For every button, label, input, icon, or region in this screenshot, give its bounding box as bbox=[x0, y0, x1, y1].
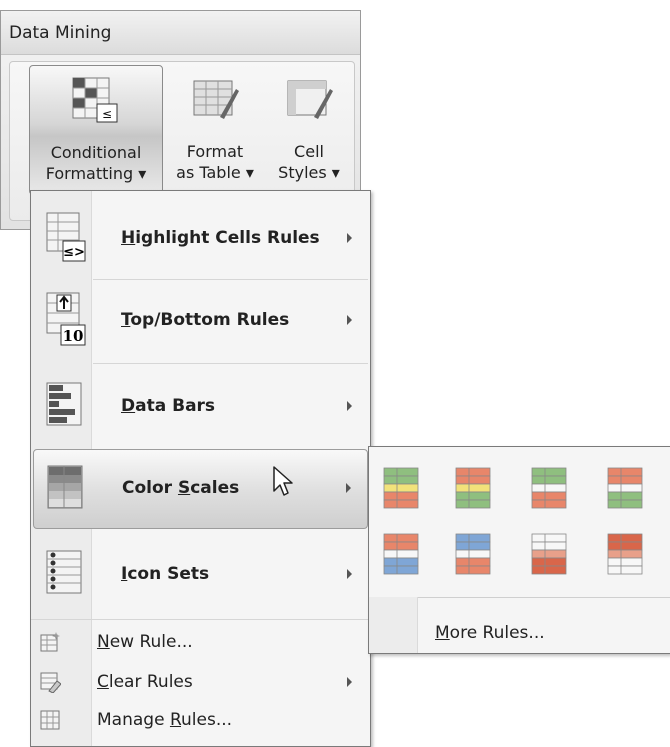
manage-rules-label: Manage Rules... bbox=[97, 710, 233, 730]
data-bars-icon bbox=[46, 382, 82, 426]
color-scale-option[interactable] bbox=[383, 533, 419, 575]
ribbon-tab-title: Data Mining bbox=[1, 11, 360, 55]
format-as-table-label-1: Format bbox=[186, 142, 244, 161]
color-scale-option[interactable] bbox=[455, 533, 491, 575]
submenu-arrow-icon bbox=[347, 315, 352, 325]
color-scale-option[interactable] bbox=[531, 533, 567, 575]
submenu-arrow-icon bbox=[347, 401, 352, 411]
svg-text:10: 10 bbox=[63, 327, 84, 345]
cell-styles-icon bbox=[287, 80, 333, 119]
menu-item-color-scales[interactable]: Color Scales bbox=[33, 449, 368, 529]
menu-item-top-bottom-rules[interactable]: 10 Top/Bottom Rules bbox=[33, 283, 368, 359]
clear-rules-label: Clear Rules bbox=[97, 672, 193, 692]
svg-text:≤: ≤ bbox=[102, 107, 112, 121]
new-rule-label: New Rule... bbox=[97, 632, 193, 652]
format-as-table-icon bbox=[193, 80, 239, 119]
format-as-table-button[interactable]: Format as Table ▾ bbox=[167, 65, 263, 195]
submenu-arrow-icon bbox=[347, 677, 352, 687]
color-scale-option[interactable] bbox=[607, 533, 643, 575]
cell-styles-button[interactable]: Cell Styles ▾ bbox=[267, 65, 351, 195]
conditional-formatting-icon: ≤ bbox=[72, 77, 118, 123]
cell-styles-label-1: Cell bbox=[294, 142, 324, 161]
color-scale-option[interactable] bbox=[531, 467, 567, 509]
menu-item-manage-rules[interactable]: Manage Rules... bbox=[33, 703, 368, 737]
more-rules-item[interactable]: More Rules... bbox=[435, 623, 545, 643]
submenu-arrow-icon bbox=[347, 233, 352, 243]
color-scales-submenu: More Rules... bbox=[368, 446, 670, 654]
menu-item-highlight-cells-rules[interactable]: ≤> Highlight Cells Rules bbox=[33, 201, 368, 277]
menu-item-data-bars[interactable]: Data Bars bbox=[33, 369, 368, 445]
data-bars-label: Data Bars bbox=[121, 396, 216, 416]
svg-text:≤>: ≤> bbox=[63, 245, 85, 260]
mouse-cursor-icon bbox=[273, 466, 293, 496]
submenu-arrow-icon bbox=[347, 569, 352, 579]
conditional-formatting-menu: ≤> Highlight Cells Rules 10 Top/Bottom R… bbox=[30, 190, 371, 747]
color-scale-option[interactable] bbox=[383, 467, 419, 509]
format-as-table-label-2: as Table ▾ bbox=[176, 163, 254, 182]
new-rule-icon bbox=[40, 632, 60, 652]
top-bottom-rules-label: Top/Bottom Rules bbox=[121, 310, 290, 330]
menu-item-new-rule[interactable]: New Rule... bbox=[33, 625, 368, 659]
clear-rules-icon bbox=[40, 672, 61, 693]
icon-sets-icon bbox=[46, 550, 82, 594]
submenu-arrow-icon bbox=[346, 483, 351, 493]
menu-item-icon-sets[interactable]: Icon Sets bbox=[33, 537, 368, 613]
highlight-cells-rules-icon: ≤> bbox=[46, 212, 86, 262]
cell-styles-label-2: Styles ▾ bbox=[278, 163, 340, 182]
conditional-formatting-button[interactable]: ≤ Conditional Formatting ▾ bbox=[29, 65, 163, 195]
color-scales-label: Color Scales bbox=[122, 478, 240, 498]
conditional-formatting-label-2: Formatting ▾ bbox=[45, 164, 147, 183]
color-scale-option[interactable] bbox=[607, 467, 643, 509]
highlight-cells-rules-label: Highlight Cells Rules bbox=[121, 228, 320, 248]
menu-item-clear-rules[interactable]: Clear Rules bbox=[33, 665, 368, 699]
manage-rules-icon bbox=[40, 710, 60, 730]
color-scale-option[interactable] bbox=[455, 467, 491, 509]
color-scales-icon bbox=[47, 465, 83, 509]
icon-sets-label: Icon Sets bbox=[121, 564, 210, 584]
conditional-formatting-label-1: Conditional bbox=[50, 143, 142, 162]
top-bottom-rules-icon: 10 bbox=[46, 292, 86, 346]
